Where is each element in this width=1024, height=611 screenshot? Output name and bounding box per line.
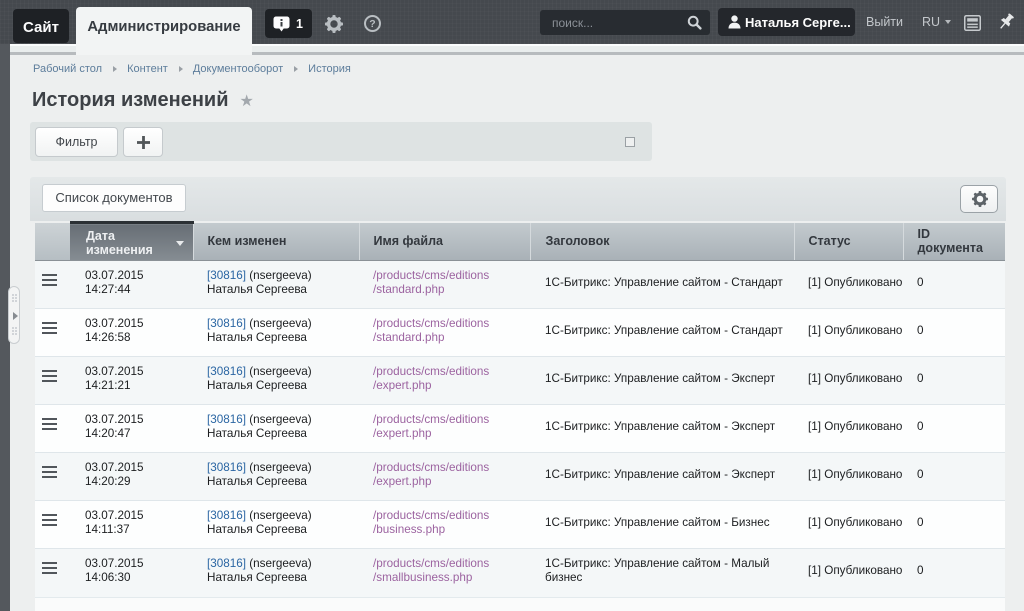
svg-text:?: ? xyxy=(369,18,375,30)
